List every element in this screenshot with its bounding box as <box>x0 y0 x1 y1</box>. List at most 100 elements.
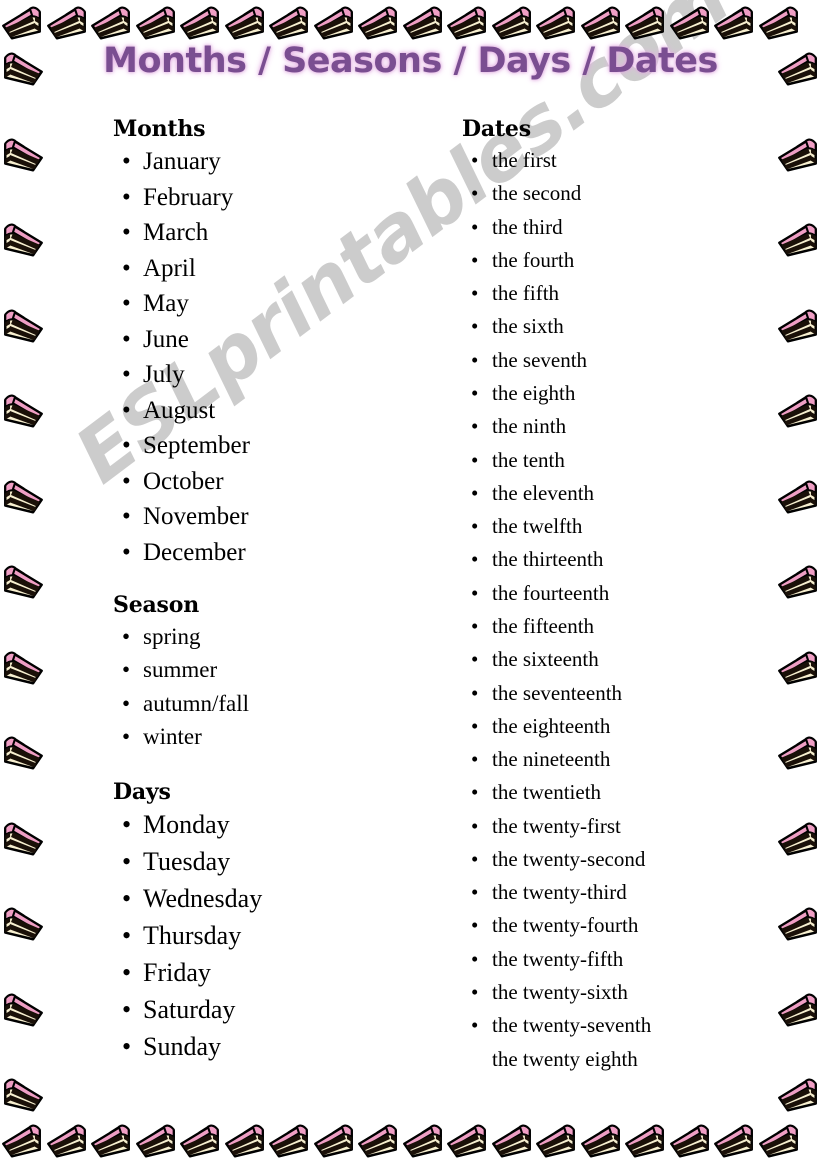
bullet-icon: • <box>122 847 132 877</box>
bullet-icon: • <box>122 432 131 459</box>
list-item: • Tuesday <box>113 844 443 881</box>
bullet-icon: • <box>122 219 131 246</box>
bullet-icon: • <box>471 380 479 405</box>
list-item: • the nineteenth <box>462 743 792 776</box>
bullet-icon: • <box>122 884 132 914</box>
list-item-label: the twenty-fifth <box>492 946 624 971</box>
bullet-icon: • <box>471 281 479 306</box>
bullet-icon: • <box>471 613 479 638</box>
bullet-icon: • <box>471 846 479 871</box>
bullet-icon: • <box>122 361 131 388</box>
worksheet-content: Months / Seasons / Days / Dates Months •… <box>0 0 821 1162</box>
list-item: • the eighteenth <box>462 710 792 743</box>
section-dates: Dates • the first • the second • the third • th… <box>462 118 792 1076</box>
list-item-label: the twenty-fourth <box>492 913 639 938</box>
bullet-icon: • <box>122 325 131 353</box>
list-item: • the seventeenth <box>462 677 792 710</box>
list-item-label: the twelfth <box>492 514 583 539</box>
list-item: • April <box>113 251 443 287</box>
bullet-icon: • <box>471 514 479 539</box>
list-item-label: November <box>143 503 249 530</box>
list-item-label: Tuesday <box>143 847 231 877</box>
bullet-icon: • <box>122 254 131 282</box>
bullet-icon: • <box>122 624 131 649</box>
list-item-label: October <box>143 467 224 495</box>
list-item-label: the twenty-seventh <box>492 1013 652 1038</box>
list-item: • February <box>113 180 443 216</box>
bullet-icon: • <box>122 810 132 840</box>
bullet-icon: • <box>122 921 132 951</box>
list-item: • the fourth <box>462 244 792 277</box>
list-item: • January <box>113 144 443 180</box>
list-item: • the twenty-sixth <box>462 976 792 1009</box>
list-item: • the sixteenth <box>462 643 792 676</box>
list-item: • the fifth <box>462 277 792 310</box>
list-item-label: the twentieth <box>492 780 602 805</box>
list-item: • the twenty-third <box>462 876 792 909</box>
list-item-label: the twenty-second <box>492 846 646 871</box>
list-item: • the twenty-second <box>462 843 792 876</box>
bullet-icon: • <box>471 1013 479 1038</box>
list-item-label: the twenty eighth <box>492 1046 638 1071</box>
list-item-label: the twenty-sixth <box>492 980 628 1005</box>
worksheet-page: ESLprintables.com Months / Seasons / Day… <box>0 0 821 1162</box>
list-item-label: the nineteenth <box>492 747 611 772</box>
list-item-label: the third <box>492 214 563 239</box>
bullet-icon: • <box>122 467 131 495</box>
section-heading-months: Months <box>113 116 206 142</box>
list-seasons: • spring • summer • autumn/fall • winter <box>113 620 443 753</box>
bullet-icon: • <box>122 724 131 750</box>
bullet-icon: • <box>471 148 479 172</box>
list-item-label: winter <box>143 724 202 750</box>
list-item: • the eighth <box>462 377 792 410</box>
list-item-label: the thirteenth <box>492 547 604 572</box>
list-item: • November <box>113 499 443 535</box>
bullet-icon: • <box>122 148 131 175</box>
section-heading-days: Days <box>113 779 171 806</box>
right-column: Dates • the first • the second • the third • th… <box>462 118 792 1076</box>
bullet-icon: • <box>471 680 479 705</box>
bullet-icon: • <box>122 290 131 317</box>
list-item: • the tenth <box>462 444 792 477</box>
list-item-label: April <box>143 254 196 282</box>
list-item: • the twenty-seventh <box>462 1009 792 1042</box>
list-item-label: the ninth <box>492 414 567 439</box>
list-item-label: summer <box>143 657 218 683</box>
bullet-icon: • <box>471 913 479 938</box>
list-days: • Monday • Tuesday • Wednesday • Thursday • Frida… <box>113 807 443 1065</box>
list-item-label: the second <box>492 181 582 206</box>
list-item-label: the fourteenth <box>492 580 610 605</box>
list-item: • Sunday <box>113 1029 443 1066</box>
list-item-label: June <box>143 325 189 353</box>
list-item-label: the sixth <box>492 314 564 339</box>
bullet-icon: • <box>471 880 479 905</box>
list-item: • summer <box>113 653 443 686</box>
list-item-label: the fifth <box>492 281 560 306</box>
list-item-label: Monday <box>143 810 230 840</box>
spacer-days <box>113 753 443 781</box>
bullet-icon: • <box>471 314 479 339</box>
bullet-icon: • <box>122 958 132 987</box>
list-item-continuation: the twenty eighth <box>462 1043 792 1076</box>
list-item: • December <box>113 535 443 571</box>
section-heading-dates: Dates <box>462 116 531 142</box>
list-item-label: March <box>143 219 209 246</box>
list-item: • the eleventh <box>462 477 792 510</box>
list-item: • Wednesday <box>113 881 443 918</box>
list-item: • Monday <box>113 807 443 844</box>
bullet-icon: • <box>471 580 479 605</box>
bullet-icon: • <box>122 994 132 1024</box>
list-item-label: the seventeenth <box>492 680 623 705</box>
list-item-label: the eleventh <box>492 480 595 505</box>
bullet-icon: • <box>122 657 131 683</box>
bullet-icon: • <box>471 647 479 672</box>
bullet-icon: • <box>471 747 479 772</box>
bullet-icon: • <box>122 396 131 424</box>
list-item: • Thursday <box>113 918 443 955</box>
list-item: • the twenty-fourth <box>462 909 792 942</box>
list-item-label: September <box>143 432 250 459</box>
bullet-icon: • <box>471 946 479 971</box>
list-item-label: the first <box>492 148 557 172</box>
list-item-label: spring <box>143 624 201 649</box>
bullet-icon: • <box>471 480 479 505</box>
